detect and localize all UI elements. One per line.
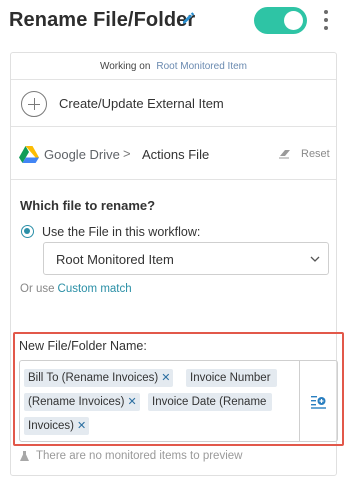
service-name: Google Drive <box>44 147 120 162</box>
or-use-text: Or use Custom match <box>20 283 132 295</box>
pencil-icon[interactable] <box>181 11 195 25</box>
new-name-field[interactable]: Bill To (Rename Invoices) ✕ Invoice Numbe… <box>19 360 338 442</box>
working-on-bar: Working on Root Monitored Item <box>11 53 336 80</box>
chip-invoice-number-cont[interactable]: (Rename Invoices) ✕ <box>24 393 140 411</box>
working-on-value[interactable]: Root Monitored Item <box>156 61 247 72</box>
flask-icon <box>20 451 29 461</box>
which-file-label: Which file to rename? <box>20 198 156 213</box>
page-title: Rename File/Folder <box>9 9 196 31</box>
working-on-label: Working on <box>99 61 151 72</box>
preview-status: There are no monitored items to preview <box>36 450 243 462</box>
toggle-knob <box>284 11 303 30</box>
enable-toggle[interactable] <box>254 7 307 34</box>
use-workflow-file-label[interactable]: Use the File in this workflow: <box>42 225 200 239</box>
remove-chip-icon[interactable]: ✕ <box>128 393 137 411</box>
plus-circle-icon <box>21 91 47 117</box>
remove-chip-icon[interactable]: ✕ <box>77 417 86 435</box>
google-drive-icon <box>19 146 39 163</box>
use-workflow-file-radio[interactable] <box>21 225 34 238</box>
create-external-item-row[interactable]: Create/Update External Item <box>11 80 336 127</box>
service-action-row: Google Drive > Actions File Reset <box>11 127 336 180</box>
more-options-icon[interactable] <box>321 8 331 32</box>
or-use-label: Or use <box>20 283 55 295</box>
breadcrumb-separator: > <box>123 146 131 161</box>
remove-chip-icon[interactable]: ✕ <box>161 369 170 387</box>
custom-match-link[interactable]: Custom match <box>58 283 132 295</box>
file-select[interactable]: Root Monitored Item <box>43 242 329 275</box>
chevron-down-icon <box>310 256 320 262</box>
chip-bill-to[interactable]: Bill To (Rename Invoices) ✕ <box>24 369 174 387</box>
eraser-icon[interactable] <box>279 149 291 159</box>
chip-invoice-date-cont[interactable]: Invoices) ✕ <box>24 417 90 435</box>
chips-area[interactable]: Bill To (Rename Invoices) ✕ Invoice Numbe… <box>20 361 300 441</box>
header: Rename File/Folder <box>0 0 349 46</box>
chip-invoice-date[interactable]: Invoice Date (Rename <box>148 393 273 411</box>
action-name: Actions File <box>142 147 210 162</box>
file-select-value: Root Monitored Item <box>56 252 174 267</box>
insert-field-icon[interactable] <box>311 395 326 409</box>
new-name-label: New File/Folder Name: <box>19 339 147 353</box>
reset-button[interactable]: Reset <box>301 148 330 160</box>
chip-invoice-number[interactable]: Invoice Number <box>186 369 277 387</box>
action-card: Working on Root Monitored Item Create/Upd… <box>10 52 344 476</box>
create-external-item-label: Create/Update External Item <box>59 96 224 111</box>
